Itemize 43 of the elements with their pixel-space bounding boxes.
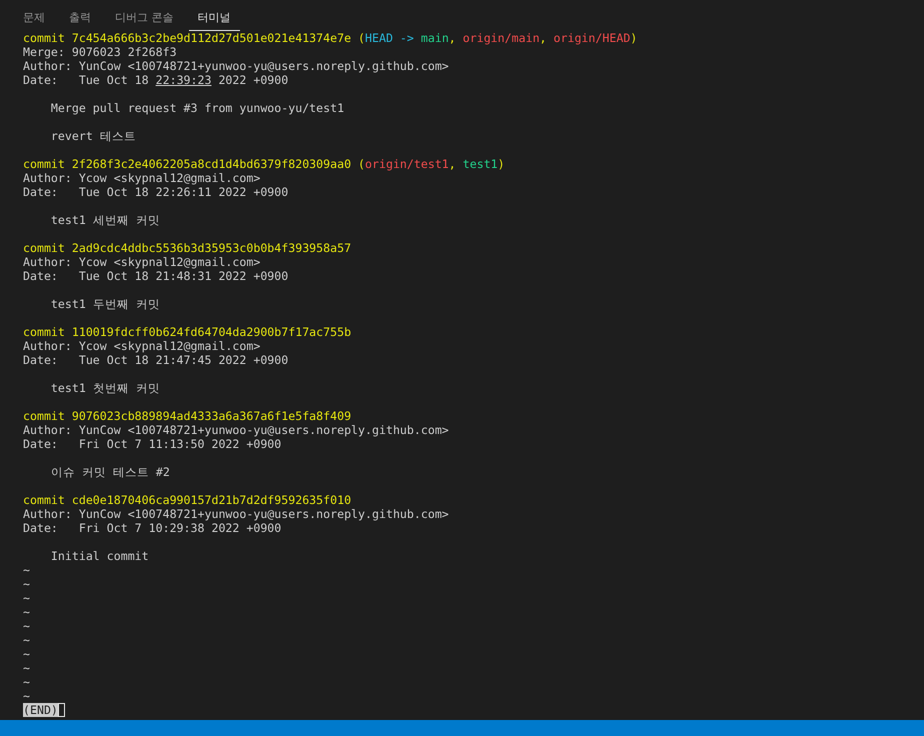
commit-info-line: Author: Ycow <skypnal12@gmail.com> (23, 171, 260, 185)
commit-info-line: Author: YunCow <100748721+yunwoo-yu@users.noreply.github.com> (23, 507, 449, 521)
commit-info-line: Author: YunCow <100748721+yunwoo-yu@users.noreply.github.com> (23, 423, 449, 437)
tilde-line: ~ (23, 689, 30, 703)
commit-line: commit 110019fdcff0b624fd64704da2900b7f17ac755b (23, 325, 352, 339)
panel-tab[interactable]: 출력 (60, 0, 100, 31)
commit-line: commit 2f268f3c2e4062205a8cd1d4bd6379f820309aa0 (origin/test1, test1) (23, 157, 505, 171)
panel-tab[interactable]: 터미널 (188, 0, 240, 31)
commit-message: test1 첫번째 커밋 (50, 381, 160, 395)
tilde-line: ~ (23, 605, 30, 619)
commit-line: commit 9076023cb889894ad4333a6a367a6f1e5fa8f409 (23, 409, 352, 423)
panel-tab[interactable]: 디버그 콘솔 (106, 0, 182, 31)
panel-tab[interactable]: 문제 (14, 0, 54, 31)
commit-info-line: Author: YunCow <100748721+yunwoo-yu@users.noreply.github.com> (23, 59, 449, 73)
tilde-line: ~ (23, 577, 30, 591)
commit-line: commit 2ad9cdc4ddbc5536b3d35953c0b0b4f393958a57 (23, 241, 352, 255)
commit-message: test1 두번째 커밋 (50, 297, 160, 311)
commit-message: Initial commit (50, 549, 149, 563)
commit-line: commit 7c454a666b3c2be9d112d27d501e021e41374e7e (HEAD -> main, origin/main, origin/HEAD) (23, 31, 638, 45)
commit-message: Merge pull request #3 from yunwoo-yu/test1 (50, 101, 344, 115)
timestamp-link[interactable]: 22:39:23 (156, 73, 212, 87)
commit-info-line: Author: Ycow <skypnal12@gmail.com> (23, 339, 260, 353)
commit-line: commit cde0e1870406ca990157d21b7d2df9592635f010 (23, 493, 352, 507)
tilde-line: ~ (23, 661, 30, 675)
tilde-line: ~ (23, 647, 30, 661)
commit-message: test1 세번째 커밋 (50, 213, 160, 227)
commit-info-line: Date: Tue Oct 18 21:47:45 2022 +0900 (23, 353, 288, 367)
commit-info-line: Date: Tue Oct 18 22:39:23 2022 +0900 (23, 73, 288, 87)
tilde-line: ~ (23, 619, 30, 633)
commit-info-line: Author: Ycow <skypnal12@gmail.com> (23, 255, 260, 269)
commit-message: revert 테스트 (50, 129, 136, 143)
tilde-line: ~ (23, 675, 30, 689)
commit-info-line: Date: Tue Oct 18 21:48:31 2022 +0900 (23, 269, 288, 283)
commit-info-line: Date: Fri Oct 7 10:29:38 2022 +0900 (23, 521, 282, 535)
commit-info-line: Merge: 9076023 2f268f3 (23, 45, 177, 59)
cursor (58, 703, 65, 717)
tilde-line: ~ (23, 591, 30, 605)
commit-message: 이슈 커밋 테스트 #2 (50, 465, 170, 479)
tilde-line: ~ (23, 633, 30, 647)
commit-info-line: Date: Fri Oct 7 11:13:50 2022 +0900 (23, 437, 282, 451)
pager-end-prompt: (END) (23, 703, 58, 717)
tilde-line: ~ (23, 563, 30, 577)
commit-info-line: Date: Tue Oct 18 22:26:11 2022 +0900 (23, 185, 288, 199)
